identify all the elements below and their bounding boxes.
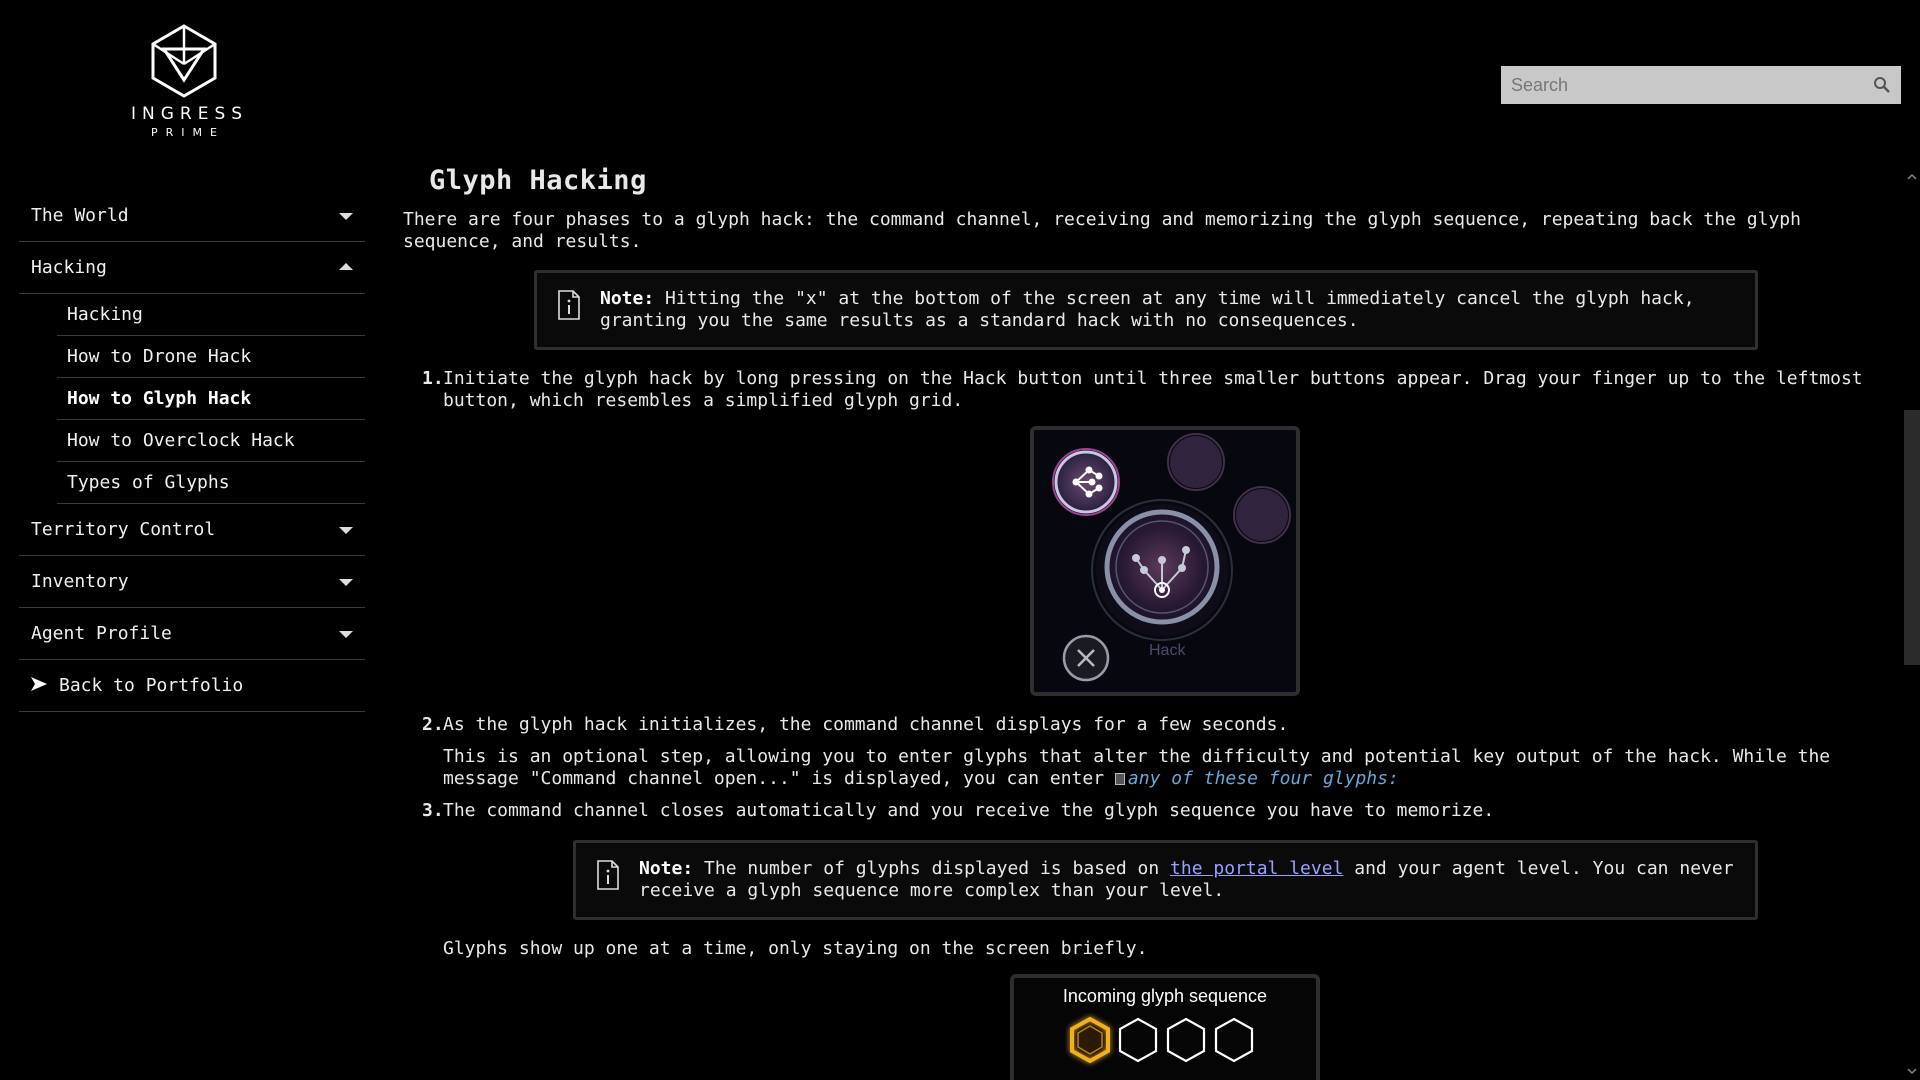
submenu-item-drone-hack[interactable]: How to Drone Hack [57, 336, 365, 378]
sidebar-item-label: Inventory [31, 571, 129, 592]
sidebar-item-agent-profile[interactable]: Agent Profile [19, 608, 365, 660]
submenu-item-hacking[interactable]: Hacking [57, 294, 365, 336]
logo-name: INGRESS [131, 104, 249, 124]
glyph-sequence-image: Incoming glyph sequence [1010, 974, 1320, 1080]
hexagon-icon [1166, 1017, 1206, 1063]
step-number: 2. [422, 714, 444, 735]
portal-level-link[interactable]: the portal level [1170, 858, 1343, 879]
sidebar-item-label: Agent Profile [31, 623, 172, 644]
search-input[interactable] [1501, 66, 1851, 104]
step-number: 1. [422, 368, 444, 389]
caret-down-icon [339, 527, 353, 534]
step-1: 1. Initiate the glyph hack by long press… [403, 368, 1883, 412]
hexagon-icon [1214, 1017, 1254, 1063]
glyphs-link[interactable]: any of these four glyphs: [1128, 768, 1399, 789]
note-callout: Note: Hitting the "x" at the bottom of t… [534, 270, 1758, 350]
caret-up-icon [339, 263, 353, 270]
back-to-portfolio-link[interactable]: Back to Portfolio [19, 660, 365, 712]
glyphs-description: Glyphs show up one at a time, only stayi… [443, 938, 1148, 959]
sidebar-item-label: The World [31, 205, 129, 226]
submenu-item-glyph-hack[interactable]: How to Glyph Hack [57, 378, 365, 420]
hack-buttons-illustration: Hack [1034, 430, 1296, 692]
step-text: Initiate the glyph hack by long pressing… [443, 368, 1863, 411]
sidebar-item-the-world[interactable]: The World [19, 190, 365, 242]
hexagon-active-icon [1070, 1016, 1110, 1064]
step-3: 3. The command channel closes automatica… [403, 800, 1883, 822]
search-box [1501, 66, 1901, 104]
hacking-submenu: Hacking How to Drone Hack How to Glyph H… [19, 294, 365, 504]
submenu-item-types-of-glyphs[interactable]: Types of Glyphs [57, 462, 365, 504]
intro-paragraph: There are four phases to a glyph hack: t… [403, 209, 1801, 252]
step-text: The command channel closes automatically… [443, 800, 1495, 821]
arrow-right-icon [31, 677, 47, 691]
back-to-portfolio-label: Back to Portfolio [59, 675, 244, 696]
scrollbar-thumb[interactable] [1904, 410, 1920, 665]
hack-buttons-image: Hack [1030, 426, 1300, 696]
hexagon-icon [1118, 1017, 1158, 1063]
search-icon[interactable] [1873, 76, 1891, 94]
sidebar-item-territory-control[interactable]: Territory Control [19, 504, 365, 556]
sequence-title: Incoming glyph sequence [1062, 986, 1268, 1006]
step-2: 2. As the glyph hack initializes, the co… [403, 714, 1883, 736]
document-info-icon [597, 860, 619, 890]
scroll-up-icon[interactable] [1905, 170, 1919, 184]
sidebar-item-inventory[interactable]: Inventory [19, 556, 365, 608]
logo-subname: PRIME [151, 126, 225, 139]
step-text: As the glyph hack initializes, the comma… [443, 714, 1289, 735]
hack-button-label: Hack [1149, 642, 1186, 659]
glyph-thumbnail-icon [1114, 773, 1125, 785]
page-title: Glyph Hacking [429, 165, 647, 196]
caret-down-icon [339, 631, 353, 638]
step-number: 3. [422, 800, 444, 821]
note-text: Hitting the "x" at the bottom of the scr… [600, 288, 1695, 331]
caret-down-icon [339, 213, 353, 220]
note-label: Note: [639, 858, 694, 879]
note-callout: Note: The number of glyphs displayed is … [573, 840, 1758, 920]
ingress-logo[interactable]: INGRESS PRIME [125, 24, 243, 139]
note-label: Note: [600, 288, 655, 309]
main-content: Glyph Hacking There are four phases to a… [403, 165, 1883, 1080]
sidebar-nav: The World Hacking Hacking How to Drone H… [19, 190, 365, 712]
caret-down-icon [339, 579, 353, 586]
document-info-icon [558, 290, 580, 320]
step-2-detail: This is an optional step, allowing you t… [403, 746, 1883, 790]
sidebar-item-label: Hacking [31, 257, 107, 278]
scroll-down-icon[interactable] [1905, 1064, 1919, 1078]
ingress-logo-icon [151, 24, 217, 98]
note-text: The number of glyphs displayed is based … [693, 858, 1171, 879]
sidebar-item-hacking[interactable]: Hacking [19, 242, 365, 294]
submenu-item-overclock-hack[interactable]: How to Overclock Hack [57, 420, 365, 462]
hexagon-sequence [1070, 1016, 1254, 1064]
sidebar-item-label: Territory Control [31, 519, 216, 540]
